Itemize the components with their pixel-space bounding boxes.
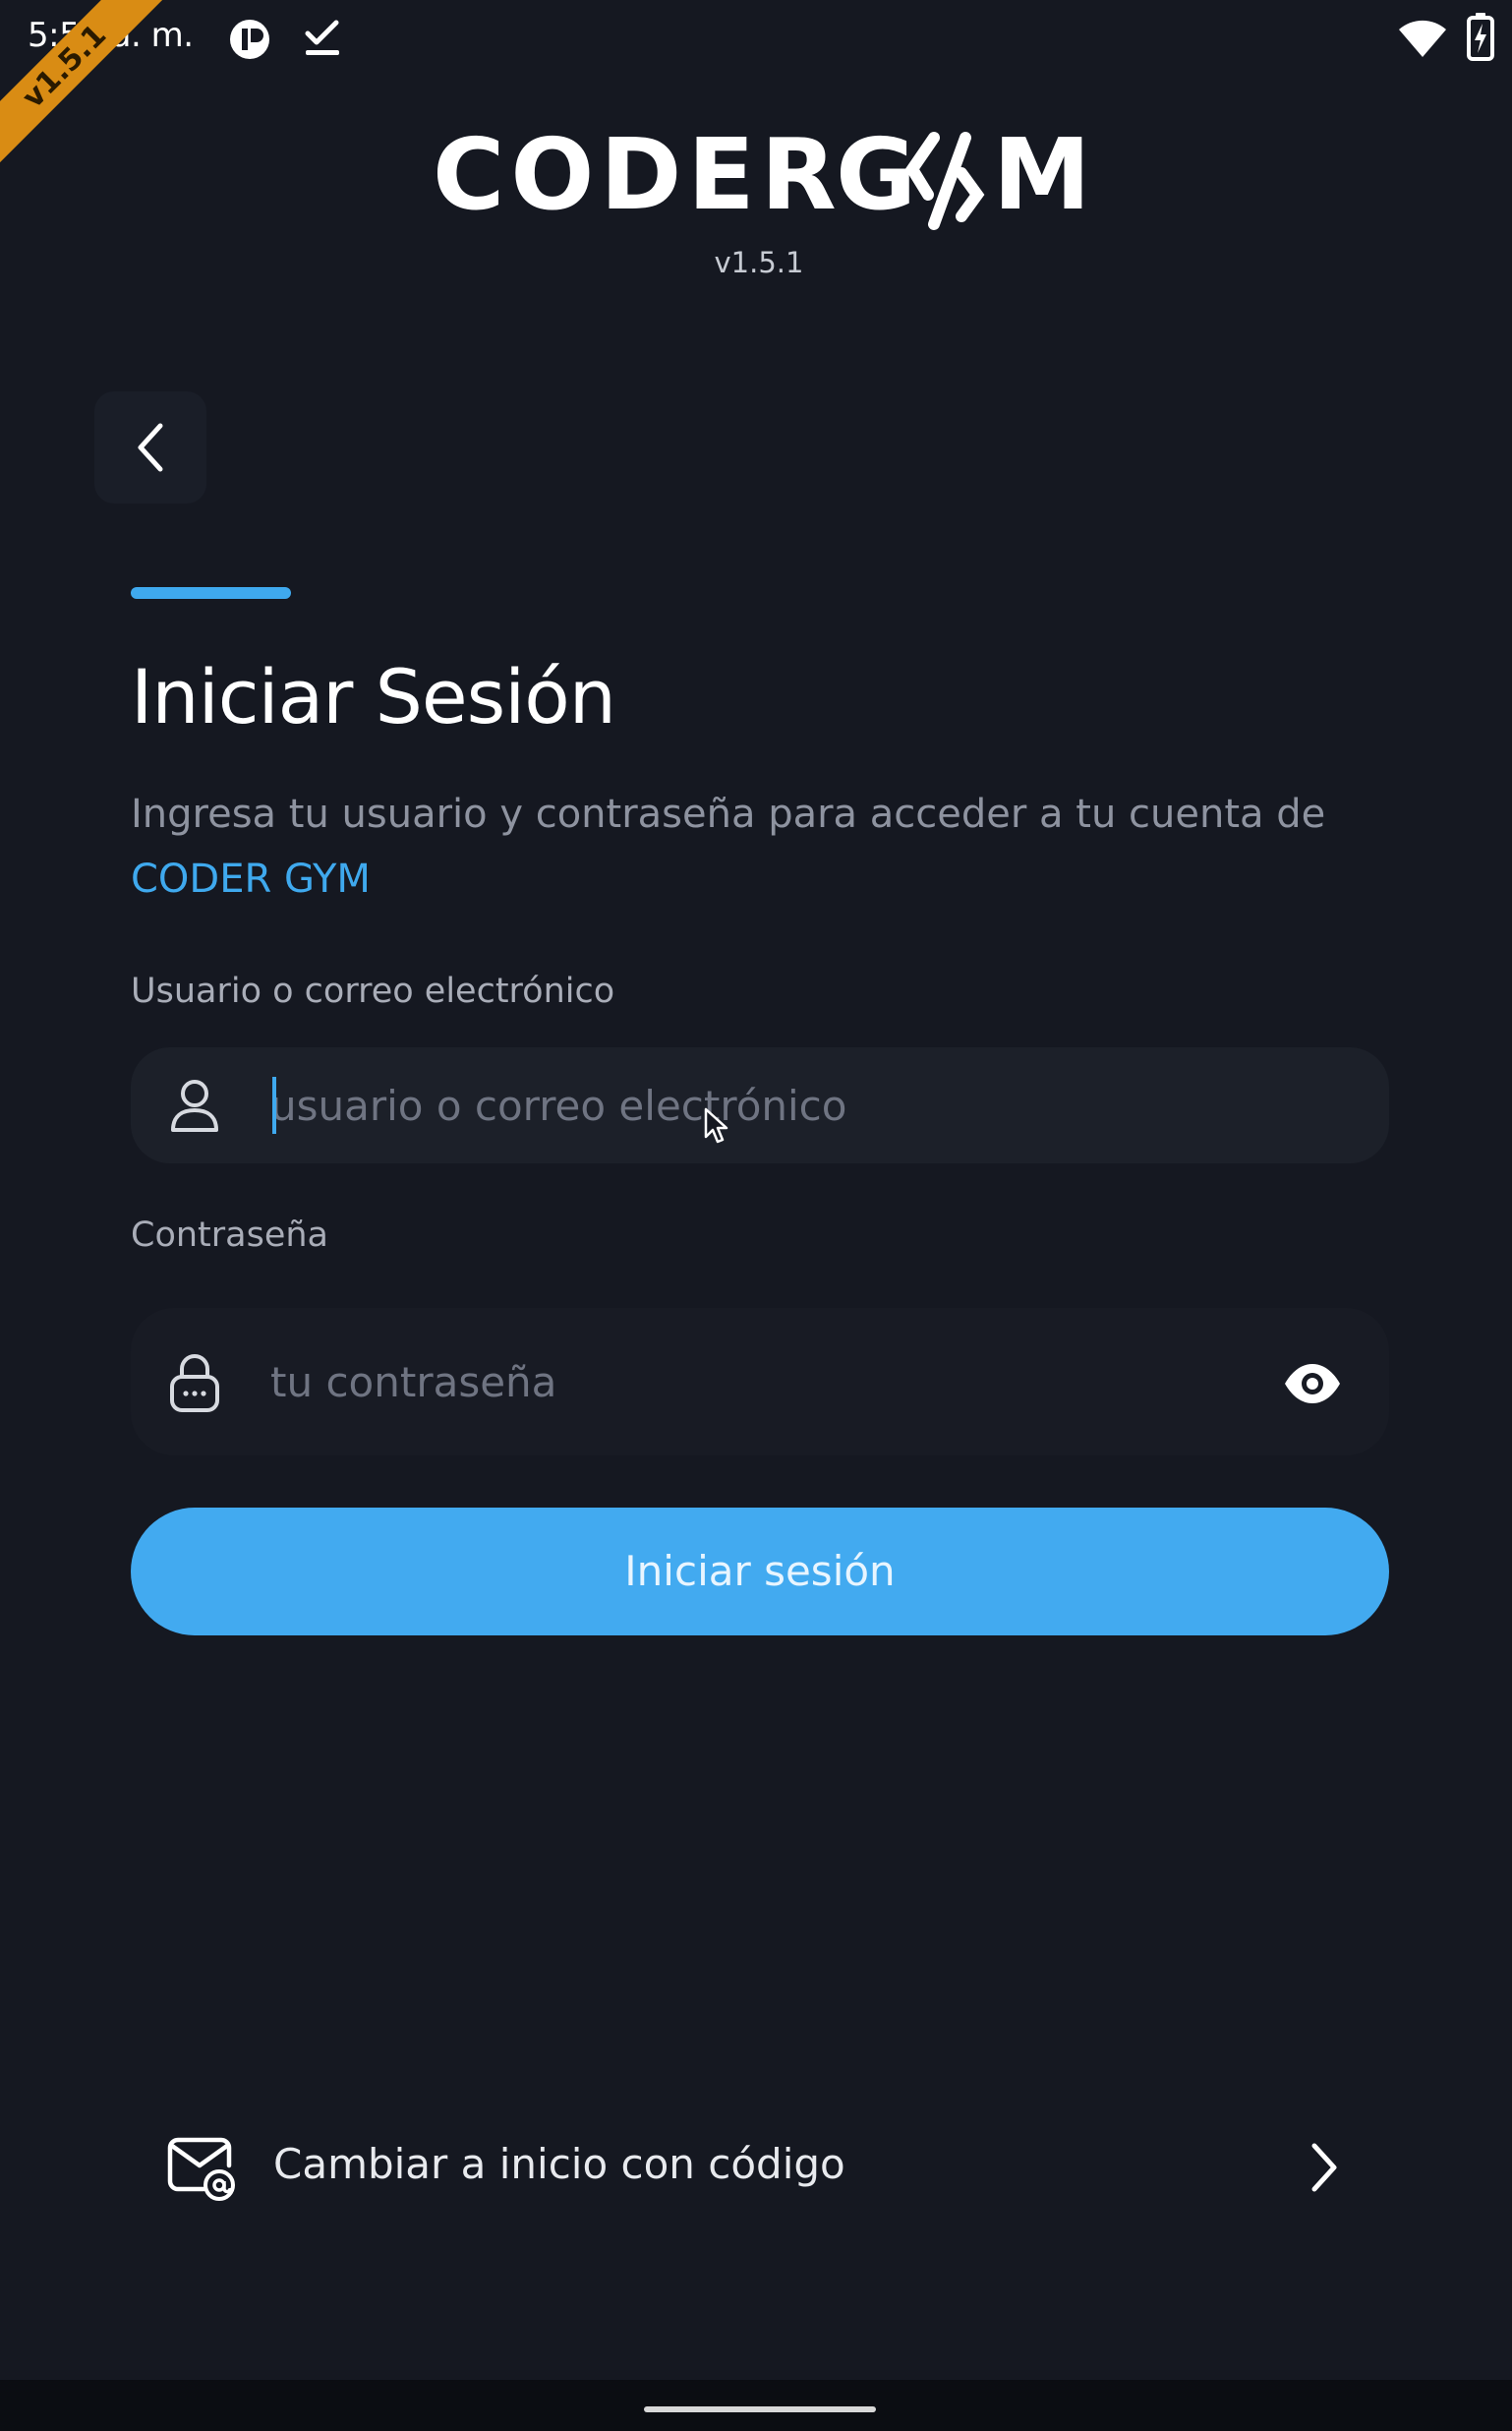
page-title: Iniciar Sesión (131, 653, 616, 741)
username-field-container[interactable] (131, 1047, 1389, 1163)
app-notification-icon (230, 20, 269, 59)
app-version: v1.5.1 (714, 246, 804, 279)
subtitle-brand: CODER GYM (131, 857, 371, 902)
svg-text:G: G (836, 118, 916, 232)
download-complete-icon (305, 20, 339, 55)
battery-charging-icon (1467, 13, 1494, 61)
home-indicator[interactable] (644, 2406, 876, 2412)
page-subtitle: Ingresa tu usuario y contraseña para acc… (131, 782, 1409, 912)
svg-text:CODER: CODER (433, 118, 843, 232)
chevron-right-icon (1311, 2143, 1337, 2192)
password-label: Contraseña (131, 1216, 328, 1255)
login-screen: 5:54 a. m. v1.5.1 CODER G M v1.5.1 (0, 0, 1512, 2380)
switch-to-code-login[interactable]: Cambiar a inicio con código (131, 2114, 1389, 2219)
accent-bar (131, 587, 291, 599)
lock-icon (170, 1354, 219, 1412)
coder-gym-logo: CODER G M (433, 118, 1091, 232)
svg-text:M: M (993, 118, 1091, 232)
chevron-left-icon (138, 423, 163, 472)
system-navigation-bar (0, 2380, 1512, 2431)
wifi-icon (1399, 20, 1446, 57)
mouse-cursor-icon (704, 1107, 728, 1144)
login-button[interactable]: Iniciar sesión (131, 1508, 1389, 1635)
user-icon (171, 1080, 218, 1132)
username-label: Usuario o correo electrónico (131, 972, 615, 1011)
eye-icon[interactable] (1281, 1352, 1344, 1415)
password-input[interactable] (270, 1308, 1253, 1455)
back-button[interactable] (94, 391, 206, 504)
switch-label: Cambiar a inicio con código (273, 2140, 845, 2188)
password-field-container[interactable] (131, 1308, 1389, 1455)
username-input[interactable] (270, 1047, 1253, 1163)
email-at-icon (167, 2137, 235, 2201)
status-bar: 5:54 a. m. (0, 0, 1512, 79)
subtitle-text: Ingresa tu usuario y contraseña para acc… (131, 792, 1326, 837)
text-caret (272, 1077, 276, 1134)
